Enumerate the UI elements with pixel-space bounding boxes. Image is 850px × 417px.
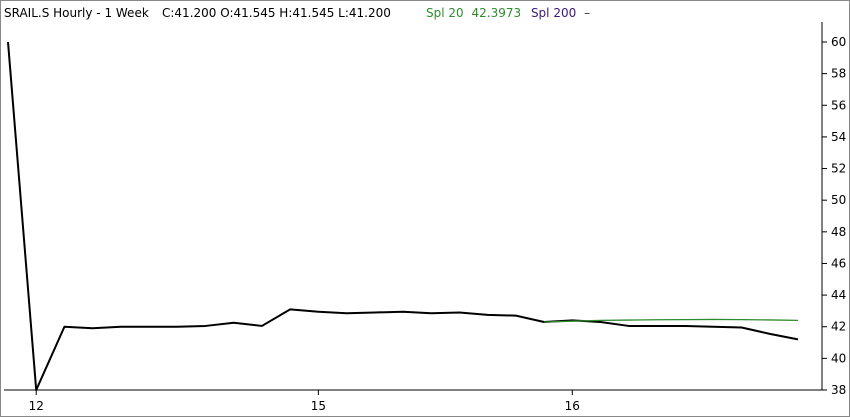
y-tick-label: 50 [831,193,846,207]
chart-svg: SRAIL.S Hourly - 1 Week C:41.200 O:41.54… [0,0,850,417]
price-line [7,41,799,391]
y-tick-label: 60 [831,35,846,49]
symbol-text: SRAIL.S Hourly - 1 Week [4,6,149,20]
x-axis-ticks: 12 15 16 [29,390,580,413]
ohlc-text: C:41.200 O:41.545 H:41.545 L:41.200 [162,6,391,20]
spl20-label: Spl 20 [426,6,464,20]
y-tick-label: 38 [831,383,846,397]
chart-frame [0,0,850,417]
chart-container: SRAIL.S Hourly - 1 Week C:41.200 O:41.54… [0,0,850,417]
y-axis-ticks: 38 40 42 44 46 48 50 52 54 56 58 60 [822,35,846,397]
y-tick-label: 48 [831,225,846,239]
y-tick-label: 40 [831,351,846,365]
spl200-value: – [584,6,590,20]
y-tick-label: 52 [831,162,846,176]
y-tick-label: 54 [831,130,846,144]
y-tick-label: 46 [831,256,846,270]
y-tick-label: 58 [831,67,846,81]
x-tick-label: 15 [311,399,326,413]
spl20-value: 42.3973 [471,6,521,20]
chart-header: SRAIL.S Hourly - 1 Week C:41.200 O:41.54… [4,6,590,20]
series-layer [7,41,799,391]
x-tick-label: 12 [29,399,44,413]
y-tick-label: 42 [831,320,846,334]
spl200-label: Spl 200 [531,6,576,20]
y-tick-label: 44 [831,288,846,302]
x-tick-label: 16 [565,399,580,413]
y-tick-label: 56 [831,98,846,112]
